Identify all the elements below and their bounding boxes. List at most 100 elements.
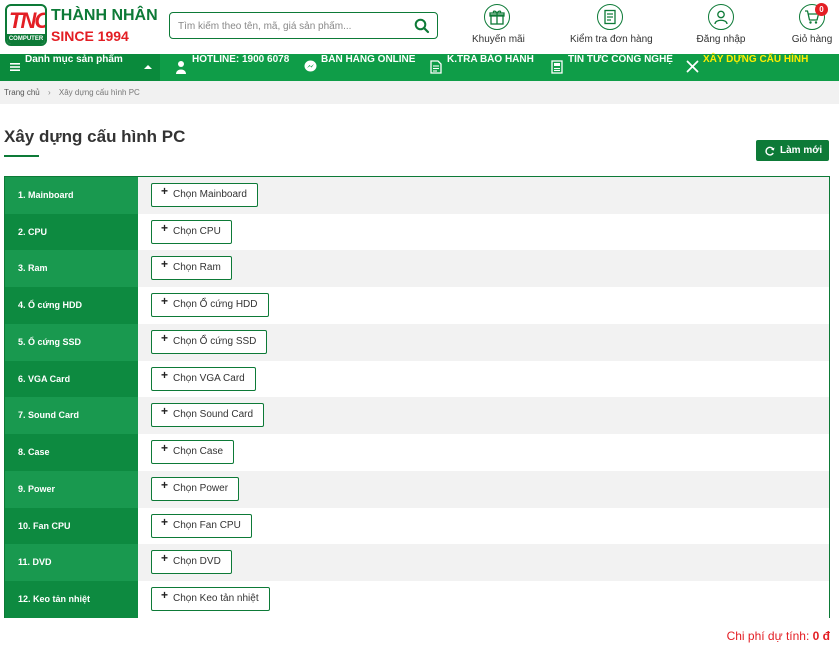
choose-case-button[interactable]: + Chọn Case bbox=[151, 440, 235, 464]
pc-builder-table: 1. Mainboard + Chọn Mainboard 2. CPU + Chọ… bbox=[4, 176, 830, 618]
plus-icon: + bbox=[161, 368, 169, 382]
order-check-link[interactable]: Kiểm tra đơn hàng bbox=[570, 4, 653, 45]
logo-mark: TNC bbox=[9, 8, 47, 33]
choose-ssd-button[interactable]: + Chọn Ổ cứng SSD bbox=[151, 330, 268, 354]
choose-button-label: Chọn Ram bbox=[173, 262, 221, 273]
component-label: 1. Mainboard bbox=[5, 177, 138, 214]
plus-icon: + bbox=[161, 441, 169, 455]
cart-count-badge: 0 bbox=[815, 3, 828, 16]
promo-label: Khuyến mãi bbox=[472, 34, 525, 45]
choose-button-label: Chọn Ổ cứng SSD bbox=[173, 336, 257, 347]
choose-button-label: Chọn Mainboard bbox=[173, 189, 247, 200]
choose-power-button[interactable]: + Chọn Power bbox=[151, 477, 240, 501]
nav-tech-news-label: TIN TỨC CÔNG NGHỆ bbox=[568, 54, 673, 65]
component-row-thermal-paste: 12. Keo tản nhiệt + Chọn Keo tản nhiệt bbox=[5, 581, 829, 618]
choose-button-label: Chọn Sound Card bbox=[173, 409, 254, 420]
main-nav: Danh mục sản phẩm HOTLINE: 1900 6078 BÁN… bbox=[0, 54, 839, 81]
breadcrumb-current: Xây dựng cấu hình PC bbox=[58, 88, 140, 97]
login-link[interactable]: Đăng nhập bbox=[695, 4, 747, 45]
search-input[interactable] bbox=[178, 17, 408, 35]
breadcrumb: Trang chủ › Xây dựng cấu hình PC bbox=[0, 81, 839, 104]
component-label: 5. Ổ cứng SSD bbox=[5, 324, 138, 361]
refresh-button[interactable]: Làm mới bbox=[756, 140, 829, 161]
promo-link[interactable]: Khuyến mãi bbox=[472, 4, 525, 45]
choose-ram-button[interactable]: + Chọn Ram bbox=[151, 256, 232, 280]
user-icon bbox=[714, 10, 728, 25]
choose-dvd-button[interactable]: + Chọn DVD bbox=[151, 550, 232, 574]
order-check-icon bbox=[604, 9, 616, 25]
brand-name: THÀNH NHÂN bbox=[51, 7, 158, 24]
choose-button-label: Chọn DVD bbox=[173, 556, 221, 567]
choose-vga-button[interactable]: + Chọn VGA Card bbox=[151, 367, 256, 391]
component-row-power: 9. Power + Chọn Power bbox=[5, 471, 829, 508]
plus-icon: + bbox=[161, 294, 169, 308]
plus-icon: + bbox=[161, 257, 169, 271]
choose-button-label: Chọn CPU bbox=[173, 226, 221, 237]
refresh-label: Làm mới bbox=[780, 145, 823, 156]
choose-button-label: Chọn Keo tản nhiệt bbox=[173, 593, 259, 604]
nav-hotline-label: HOTLINE: 1900 6078 bbox=[192, 54, 290, 65]
title-underline bbox=[4, 155, 39, 157]
choose-hdd-button[interactable]: + Chọn Ổ cứng HDD bbox=[151, 293, 269, 317]
site-header: TNC COMPUTER THÀNH NHÂN SINCE 1994 Khuyế… bbox=[0, 0, 839, 54]
estimated-cost-value: 0 đ bbox=[812, 629, 830, 643]
nav-build-pc[interactable]: XÂY DỰNG CẤU HÌNH bbox=[686, 54, 808, 81]
nav-online-sales-label: BÁN HÀNG ONLINE bbox=[321, 54, 416, 65]
news-icon bbox=[551, 60, 563, 74]
search-icon[interactable] bbox=[414, 18, 430, 34]
nav-tech-news[interactable]: TIN TỨC CÔNG NGHỆ bbox=[551, 54, 673, 81]
component-row-case: 8. Case + Chọn Case bbox=[5, 434, 829, 471]
choose-sound-card-button[interactable]: + Chọn Sound Card bbox=[151, 403, 265, 427]
component-label: 3. Ram bbox=[5, 250, 138, 287]
plus-icon: + bbox=[161, 478, 169, 492]
nav-hotline[interactable]: HOTLINE: 1900 6078 bbox=[175, 54, 290, 81]
plus-icon: + bbox=[161, 221, 169, 235]
order-check-label: Kiểm tra đơn hàng bbox=[570, 34, 653, 45]
category-menu-toggle[interactable]: Danh mục sản phẩm bbox=[0, 54, 160, 81]
breadcrumb-home[interactable]: Trang chủ bbox=[4, 88, 40, 97]
plus-icon: + bbox=[161, 515, 169, 529]
component-label: 11. DVD bbox=[5, 544, 138, 581]
refresh-icon bbox=[765, 146, 775, 156]
gift-icon bbox=[489, 10, 505, 25]
choose-mainboard-button[interactable]: + Chọn Mainboard bbox=[151, 183, 258, 207]
choose-button-label: Chọn Case bbox=[173, 446, 224, 457]
component-row-mainboard: 1. Mainboard + Chọn Mainboard bbox=[5, 177, 829, 214]
document-check-icon bbox=[430, 60, 442, 74]
nav-online-sales[interactable]: BÁN HÀNG ONLINE bbox=[304, 54, 416, 81]
component-label: 2. CPU bbox=[5, 214, 138, 251]
component-label: 9. Power bbox=[5, 471, 138, 508]
cart-link[interactable]: 0 Giỏ hàng bbox=[790, 3, 834, 45]
component-row-hdd: 4. Ổ cứng HDD + Chọn Ổ cứng HDD bbox=[5, 287, 829, 324]
plus-icon: + bbox=[161, 551, 169, 565]
choose-button-label: Chọn Fan CPU bbox=[173, 520, 241, 531]
plus-icon: + bbox=[161, 588, 169, 602]
messenger-icon bbox=[304, 60, 317, 72]
choose-fan-cpu-button[interactable]: + Chọn Fan CPU bbox=[151, 514, 252, 538]
component-row-cpu: 2. CPU + Chọn CPU bbox=[5, 214, 829, 251]
component-row-ssd: 5. Ổ cứng SSD + Chọn Ổ cứng SSD bbox=[5, 324, 829, 361]
plus-icon: + bbox=[161, 404, 169, 418]
choose-thermal-paste-button[interactable]: + Chọn Keo tản nhiệt bbox=[151, 587, 270, 611]
component-label: 10. Fan CPU bbox=[5, 508, 138, 545]
brand-since: SINCE 1994 bbox=[51, 28, 129, 44]
login-label: Đăng nhập bbox=[696, 34, 746, 45]
nav-warranty-label: K.TRA BẢO HÀNH bbox=[447, 54, 534, 65]
caret-up-icon bbox=[144, 65, 152, 69]
nav-warranty[interactable]: K.TRA BẢO HÀNH bbox=[430, 54, 534, 81]
component-label: 4. Ổ cứng HDD bbox=[5, 287, 138, 324]
component-row-ram: 3. Ram + Chọn Ram bbox=[5, 250, 829, 287]
component-row-fan-cpu: 10. Fan CPU + Chọn Fan CPU bbox=[5, 508, 829, 545]
tools-icon bbox=[686, 60, 699, 73]
component-label: 8. Case bbox=[5, 434, 138, 471]
breadcrumb-separator: › bbox=[47, 88, 51, 97]
component-row-vga: 6. VGA Card + Chọn VGA Card bbox=[5, 361, 829, 398]
estimated-cost-label: Chi phí dự tính: bbox=[726, 629, 810, 643]
category-menu-label: Danh mục sản phẩm bbox=[25, 54, 123, 65]
choose-button-label: Chọn Ổ cứng HDD bbox=[173, 299, 258, 310]
choose-button-label: Chọn VGA Card bbox=[173, 373, 245, 384]
site-logo[interactable]: TNC COMPUTER THÀNH NHÂN SINCE 1994 bbox=[5, 4, 158, 48]
logo-badge: TNC COMPUTER bbox=[5, 4, 47, 46]
component-label: 7. Sound Card bbox=[5, 397, 138, 434]
choose-cpu-button[interactable]: + Chọn CPU bbox=[151, 220, 232, 244]
